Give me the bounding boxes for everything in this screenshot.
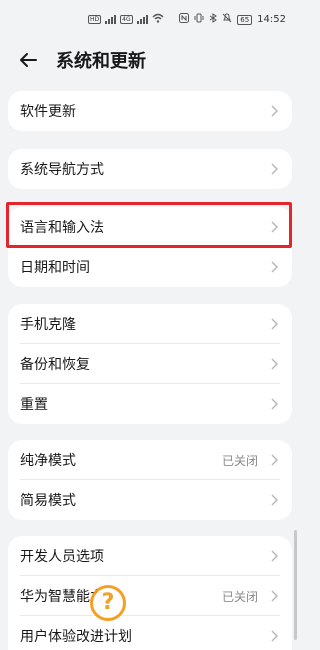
bluetooth-icon: [209, 13, 218, 26]
settings-row-huawei-ai[interactable]: 华为智慧能力 已关闭: [8, 576, 292, 616]
status-left: HD 4G: [88, 13, 164, 26]
settings-row-user-experience[interactable]: 用户体验改进计划: [8, 616, 292, 650]
settings-group-update: 软件更新: [8, 91, 292, 131]
row-label: 软件更新: [20, 104, 76, 120]
row-label: 开发人员选项: [20, 549, 104, 565]
chevron-right-icon: [271, 494, 278, 506]
settings-group-modes: 纯净模式 已关闭 简易模式: [8, 440, 292, 520]
signal-icon: [105, 15, 117, 24]
hd-icon: HD: [88, 15, 102, 24]
row-label: 用户体验改进计划: [20, 629, 132, 645]
vibrate-icon: [194, 13, 204, 26]
settings-row-date-time[interactable]: 日期和时间: [8, 247, 292, 287]
signal-icon-2: [136, 15, 148, 24]
settings-group-developer: 开发人员选项 华为智慧能力 已关闭 用户体验改进计划: [8, 536, 292, 650]
network-type-label: 4G: [120, 15, 133, 24]
status-right: 65 14:52: [179, 13, 286, 26]
chevron-right-icon: [271, 105, 278, 117]
chevron-right-icon: [271, 454, 278, 466]
chevron-right-icon: [271, 590, 278, 602]
row-label: 日期和时间: [20, 260, 90, 276]
highlight-box: [6, 202, 292, 248]
battery-indicator: 65: [237, 14, 253, 25]
chevron-right-icon: [271, 398, 278, 410]
settings-row-phone-clone[interactable]: 手机克隆: [8, 304, 292, 344]
chevron-right-icon: [271, 358, 278, 370]
question-mark-icon: ?: [90, 585, 126, 621]
row-label: 手机克隆: [20, 317, 76, 333]
row-label: 备份和恢复: [20, 357, 90, 373]
settings-row-backup-restore[interactable]: 备份和恢复: [8, 344, 292, 384]
settings-row-simple-mode[interactable]: 简易模式: [8, 480, 292, 520]
arrow-left-icon[interactable]: [18, 50, 38, 70]
page-title: 系统和更新: [56, 51, 146, 72]
row-value-status: 已关闭: [221, 589, 258, 604]
row-label: 简易模式: [20, 493, 76, 509]
settings-row-navigation[interactable]: 系统导航方式: [8, 149, 292, 189]
chevron-right-icon: [271, 630, 278, 642]
page-header: 系统和更新: [0, 44, 300, 76]
chevron-right-icon: [271, 163, 278, 175]
nfc-icon: [179, 13, 190, 26]
wifi-icon: [152, 13, 164, 26]
scrollbar[interactable]: [294, 530, 297, 640]
status-bar: HD 4G 65 14:52: [0, 0, 300, 40]
chevron-right-icon: [271, 550, 278, 562]
chevron-right-icon: [271, 318, 278, 330]
chevron-right-icon: [271, 261, 278, 273]
settings-row-developer-options[interactable]: 开发人员选项: [8, 536, 292, 576]
row-value-status: 已关闭: [221, 453, 258, 468]
settings-row-reset[interactable]: 重置: [8, 384, 292, 424]
settings-row-pure-mode[interactable]: 纯净模式 已关闭: [8, 440, 292, 480]
mute-icon: [222, 13, 232, 26]
settings-row-software-update[interactable]: 软件更新: [8, 91, 292, 131]
settings-group-navigation: 系统导航方式: [8, 149, 292, 189]
status-time: 14:52: [257, 14, 286, 25]
row-label: 重置: [20, 397, 48, 413]
settings-group-backup: 手机克隆 备份和恢复 重置: [8, 304, 292, 424]
row-label: 系统导航方式: [20, 162, 104, 178]
